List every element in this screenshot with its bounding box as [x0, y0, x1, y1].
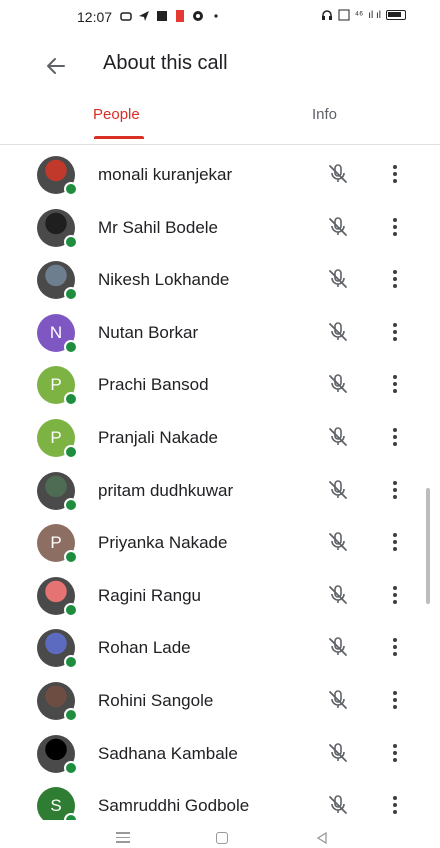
- participant-name: Rohini Sangole: [98, 691, 214, 710]
- more-vert-icon[interactable]: [383, 633, 407, 661]
- participant-name: monali kuranjekar: [98, 165, 233, 184]
- presence-dot: [64, 655, 78, 670]
- more-vert-icon[interactable]: [383, 581, 407, 609]
- arrow-left-icon: [47, 58, 65, 74]
- participant-row[interactable]: N Nutan Borkar: [0, 306, 440, 358]
- app-bar: About this call: [0, 40, 440, 90]
- presence-dot: [64, 234, 78, 249]
- status-right: ⁴⁶ ıl ıl: [321, 9, 406, 21]
- mic-off-icon[interactable]: [326, 215, 350, 239]
- participant-name: Samruddhi Godbole: [98, 796, 250, 816]
- presence-dot: [64, 813, 78, 820]
- more-vert-icon[interactable]: [383, 265, 407, 293]
- participant-row[interactable]: S Samruddhi Godbole: [0, 779, 440, 820]
- participant-name: Pranjali Nakade: [98, 428, 219, 447]
- more-vert-icon[interactable]: [383, 370, 407, 398]
- network-label: ⁴⁶: [354, 9, 364, 21]
- mic-off-icon[interactable]: [326, 741, 350, 765]
- page-title: About this call: [103, 52, 228, 74]
- send-icon: [139, 11, 149, 21]
- participant-row[interactable]: Sadhana Kambale: [0, 727, 440, 779]
- more-vert-icon[interactable]: [383, 160, 407, 188]
- system-nav-bar: [0, 820, 440, 848]
- mic-off-icon[interactable]: [326, 583, 350, 607]
- notification-icons: [120, 10, 222, 22]
- mic-off-icon[interactable]: [326, 793, 350, 817]
- participant-name: Mr Sahil Bodele: [98, 217, 219, 237]
- participant-name: Nutan Borkar: [98, 322, 199, 342]
- signal-label: ıl ıl: [368, 9, 381, 21]
- app-icon: [193, 11, 203, 21]
- back-button[interactable]: [40, 50, 72, 82]
- participant-row[interactable]: P Pranjali Nakade: [0, 411, 440, 463]
- participant-list: monali kuranjekar Mr Sahil Bodele Nikesh L…: [0, 148, 440, 820]
- participant-name: Sadhana Kambale: [98, 743, 238, 763]
- participant-row[interactable]: Nikesh Lokhande: [0, 253, 440, 305]
- presence-dot: [64, 602, 78, 617]
- volte-icon: [338, 9, 350, 21]
- active-tab-indicator: [94, 136, 144, 139]
- mic-off-icon[interactable]: [326, 425, 350, 449]
- youtube-icon: [176, 10, 184, 22]
- participant-row[interactable]: P Priyanka Nakade: [0, 516, 440, 568]
- participant-name: Prachi Bansod: [98, 375, 209, 395]
- tab-info[interactable]: Info: [312, 106, 337, 123]
- participant-row[interactable]: Mr Sahil Bodele: [0, 201, 440, 253]
- presence-dot: [64, 287, 78, 302]
- presence-dot: [64, 339, 78, 354]
- status-time: 12:07: [77, 9, 113, 25]
- mic-off-icon[interactable]: [326, 372, 350, 396]
- participant-row[interactable]: pritam dudhkuwar: [0, 464, 440, 516]
- mic-off-icon[interactable]: [326, 162, 350, 186]
- presence-dot: [64, 445, 78, 459]
- more-vert-icon[interactable]: [383, 423, 407, 451]
- participant-row[interactable]: Ragini Rangu: [0, 569, 440, 621]
- home-button[interactable]: [216, 832, 228, 844]
- tab-bar: People Info: [0, 96, 440, 145]
- tab-people[interactable]: People: [93, 106, 140, 123]
- presence-dot: [64, 182, 78, 196]
- participant-name: Nikesh Lokhande: [98, 270, 230, 290]
- more-vert-icon[interactable]: [383, 739, 407, 767]
- presence-dot: [64, 550, 78, 565]
- participant-name: Priyanka Nakade: [98, 533, 228, 553]
- more-vert-icon[interactable]: [383, 213, 407, 241]
- mic-off-icon[interactable]: [326, 267, 350, 291]
- more-vert-icon[interactable]: [383, 686, 407, 714]
- mic-off-icon[interactable]: [326, 320, 350, 344]
- headset-icon: [321, 10, 332, 20]
- participant-row[interactable]: Rohini Sangole: [0, 674, 440, 726]
- gallery-icon: [157, 11, 167, 21]
- more-vert-icon[interactable]: [383, 528, 407, 556]
- participant-name: pritam dudhkuwar: [98, 480, 234, 500]
- mic-off-icon[interactable]: [326, 478, 350, 502]
- participant-row[interactable]: Rohan Lade: [0, 621, 440, 673]
- presence-dot: [64, 392, 78, 407]
- presence-dot: [64, 708, 78, 722]
- notification-icon: [120, 12, 132, 21]
- participant-row[interactable]: monali kuranjekar: [0, 148, 440, 200]
- mic-off-icon[interactable]: [326, 688, 350, 712]
- presence-dot: [64, 497, 78, 512]
- more-vert-icon[interactable]: [383, 318, 407, 346]
- system-back-button[interactable]: [316, 832, 328, 844]
- more-vert-icon[interactable]: [383, 476, 407, 504]
- participant-name: Rohan Lade: [98, 638, 191, 658]
- mic-off-icon[interactable]: [326, 635, 350, 659]
- recent-apps-button[interactable]: [116, 832, 130, 846]
- mic-off-icon[interactable]: [326, 530, 350, 554]
- participant-name: Ragini Rangu: [98, 585, 202, 605]
- dot-icon: [214, 14, 218, 18]
- presence-dot: [64, 760, 78, 775]
- scrollbar[interactable]: [426, 488, 430, 604]
- status-bar: 12:07 ⁴⁶ ıl ıl: [0, 0, 440, 34]
- participant-row[interactable]: P Prachi Bansod: [0, 358, 440, 410]
- more-vert-icon[interactable]: [383, 791, 407, 819]
- battery-icon: [386, 10, 406, 20]
